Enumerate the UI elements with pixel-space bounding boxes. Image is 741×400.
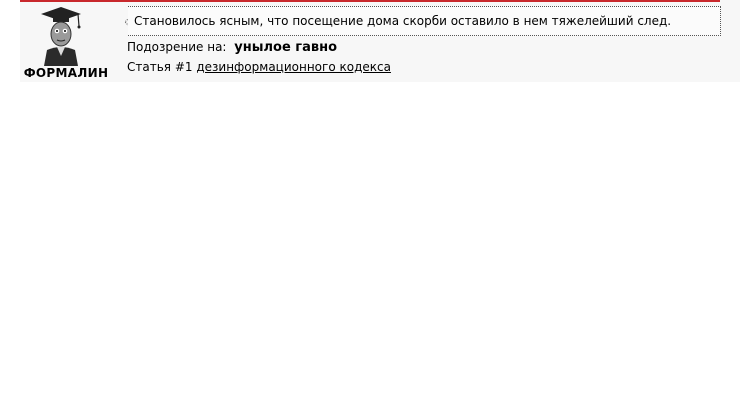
suspicion-line: Подозрение на: унылое гавно (127, 40, 337, 55)
article-link[interactable]: дезинформационного кодекса (196, 60, 391, 74)
author-block: ФОРМАЛИН (22, 4, 108, 80)
suspicion-value: унылое гавно (234, 40, 338, 55)
article-line: Статья #1 дезинформационного кодекса (127, 60, 391, 75)
author-username[interactable]: ФОРМАЛИН (22, 66, 110, 80)
top-accent-line (20, 0, 720, 2)
graduate-avatar-icon[interactable] (38, 4, 84, 66)
article-prefix: Статья #1 (127, 60, 193, 74)
status-quote: Становилось ясным, что посещение дома ск… (128, 6, 721, 36)
suspicion-label: Подозрение на: (127, 40, 227, 54)
